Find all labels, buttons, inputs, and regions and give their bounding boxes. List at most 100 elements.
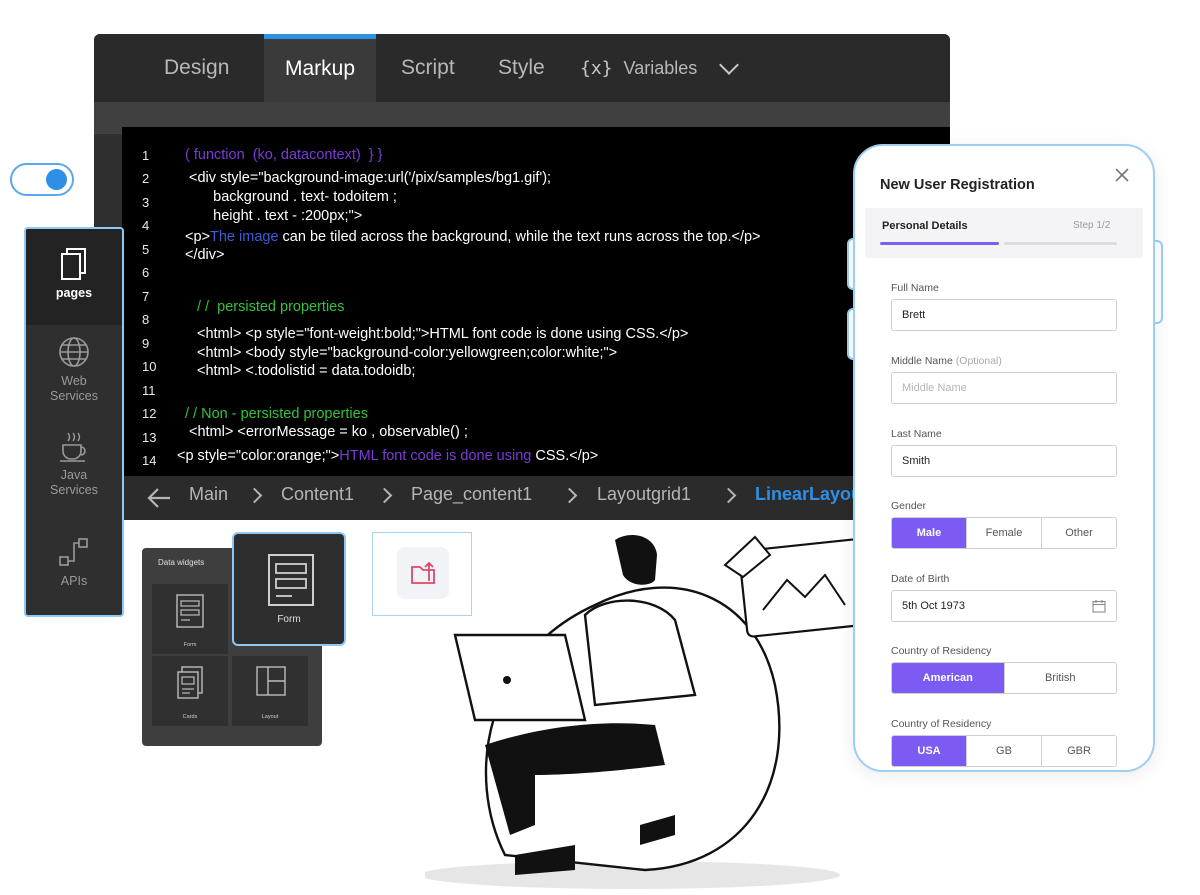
- sidebar-item-label: Web Services: [50, 374, 98, 403]
- gender-option-male[interactable]: Male: [892, 518, 966, 548]
- globe-icon: [59, 337, 89, 367]
- sidebar-item-label: pages: [55, 286, 93, 300]
- residency-label-2: Country of Residency: [891, 718, 992, 730]
- back-arrow-icon[interactable]: [146, 487, 172, 509]
- code-token: can be tiled across the background, whil…: [278, 229, 761, 245]
- widget-cards[interactable]: Cards: [152, 656, 228, 726]
- line-number: 11: [142, 383, 156, 398]
- coffee-icon: [60, 432, 86, 462]
- widget-layout[interactable]: Layout: [232, 656, 308, 726]
- code-token: function (ko, datacontext): [193, 147, 361, 163]
- line-number: 13: [142, 430, 157, 445]
- line-number: 4: [142, 218, 150, 233]
- gender-selector: Male Female Other: [891, 517, 1117, 549]
- developer-illustration: [425, 535, 868, 889]
- dob-value: 5th Oct 1973: [902, 600, 965, 612]
- toggle-switch[interactable]: [10, 163, 74, 196]
- line-number: 5: [142, 242, 150, 257]
- form-widget-card[interactable]: Form: [232, 532, 346, 646]
- chevron-down-icon[interactable]: [719, 55, 739, 75]
- laptop-logo: [503, 676, 511, 684]
- code-line: <div style="background-image:url('/pix/s…: [189, 170, 552, 186]
- breadcrumb-item-layoutgrid1[interactable]: Layoutgrid1: [597, 484, 691, 505]
- code-comment: / / Non - persisted properties: [185, 406, 368, 422]
- gender-option-other[interactable]: Other: [1041, 518, 1116, 548]
- code-token: <p>: [185, 229, 210, 245]
- breadcrumb-item-linearlayout[interactable]: LinearLayou: [755, 484, 862, 505]
- line-number: 14: [142, 453, 157, 468]
- line-number: 3: [142, 195, 150, 210]
- code-line: <p>The image can be tiled across the bac…: [185, 229, 761, 245]
- last-name-label: Last Name: [891, 428, 942, 440]
- residency-selector: American British: [891, 662, 1117, 694]
- full-name-label: Full Name: [891, 282, 939, 294]
- sidebar-item-apis[interactable]: APIs: [26, 535, 122, 605]
- country-option-gb[interactable]: GB: [966, 736, 1041, 766]
- residency-label: Country of Residency: [891, 645, 992, 657]
- person-head: [615, 535, 657, 585]
- panel-title: Data widgets: [158, 558, 205, 567]
- residency-country-selector: USA GB GBR: [891, 735, 1117, 767]
- code-token: CSS.</p>: [531, 448, 599, 464]
- residency-option-british[interactable]: British: [1003, 663, 1117, 693]
- tab-markup[interactable]: Markup: [264, 34, 376, 102]
- code-comment: / / persisted properties: [197, 299, 345, 315]
- breadcrumb-item-page-content1[interactable]: Page_content1: [411, 484, 532, 505]
- form-title: New User Registration: [880, 177, 1035, 193]
- close-icon[interactable]: [1113, 166, 1131, 184]
- tab-style[interactable]: Style: [498, 34, 545, 102]
- widget-form[interactable]: Form: [152, 584, 228, 654]
- chevron-right-icon: [246, 487, 263, 504]
- line-number: 2: [142, 171, 150, 186]
- tab-script[interactable]: Script: [401, 34, 455, 102]
- country-option-gbr[interactable]: GBR: [1041, 736, 1116, 766]
- step-progress-active: [880, 242, 999, 245]
- code-token: (: [185, 147, 194, 163]
- full-name-field[interactable]: Brett: [891, 299, 1117, 331]
- code-token: The image: [210, 229, 279, 245]
- widget-label: Form: [183, 642, 197, 648]
- code-token: } }: [360, 147, 383, 163]
- sidebar-item-pages[interactable]: pages: [26, 229, 122, 325]
- api-icon: [59, 538, 88, 566]
- gender-option-female[interactable]: Female: [966, 518, 1041, 548]
- breadcrumb-item-content1[interactable]: Content1: [281, 484, 354, 505]
- residency-option-american[interactable]: American: [892, 663, 1004, 693]
- chevron-right-icon: [561, 487, 578, 504]
- sidebar-item-label: APIs: [60, 574, 88, 588]
- code-line: <html> <p style="font-weight:bold;">HTML…: [197, 326, 689, 342]
- code-token: HTML font code is done using: [339, 448, 532, 464]
- pages-icon: [61, 248, 86, 280]
- line-number: 12: [142, 406, 157, 421]
- tab-variables-label: Variables: [623, 58, 698, 78]
- breadcrumb-item-main[interactable]: Main: [189, 484, 228, 505]
- cards-icon: [177, 666, 203, 699]
- code-area[interactable]: 1 2 3 4 5 6 7 8 9 10 11 12 13 14 ( funct…: [122, 127, 950, 477]
- middle-name-label-text: Middle Name: [891, 355, 953, 367]
- code-line: height . text - :200px;">: [189, 208, 363, 224]
- country-option-usa[interactable]: USA: [892, 736, 966, 766]
- sidebar-item-label: Java Services: [50, 468, 98, 497]
- sidebar-item-java-services[interactable]: Java Services: [26, 429, 122, 513]
- step-progress-inactive: [1004, 242, 1117, 245]
- middle-name-field[interactable]: Middle Name: [891, 372, 1117, 404]
- form-icon: [176, 594, 204, 628]
- sidebar-item-web-services[interactable]: Web Services: [26, 335, 122, 419]
- chevron-right-icon: [376, 487, 393, 504]
- last-name-field[interactable]: Smith: [891, 445, 1117, 477]
- gender-label: Gender: [891, 500, 927, 512]
- code-line: <html> <.todolistid = data.todoidb;: [197, 363, 416, 379]
- line-number: 6: [142, 265, 150, 280]
- code-editor-window: Design Markup Script Style {x} Variables…: [94, 34, 950, 520]
- code-line: <html> <body style="background-color:yel…: [197, 345, 618, 361]
- optional-tag: (Optional): [955, 355, 1002, 367]
- calendar-icon[interactable]: [1092, 599, 1106, 613]
- code-line: ( function (ko, datacontext) } }: [185, 147, 382, 163]
- line-number: 8: [142, 312, 150, 327]
- dob-field[interactable]: 5th Oct 1973: [891, 590, 1117, 622]
- tab-variables[interactable]: {x} Variables: [580, 34, 697, 102]
- tab-design[interactable]: Design: [164, 34, 229, 102]
- code-line: </div>: [185, 247, 225, 263]
- dob-label: Date of Birth: [891, 573, 950, 585]
- line-number: 1: [142, 148, 150, 163]
